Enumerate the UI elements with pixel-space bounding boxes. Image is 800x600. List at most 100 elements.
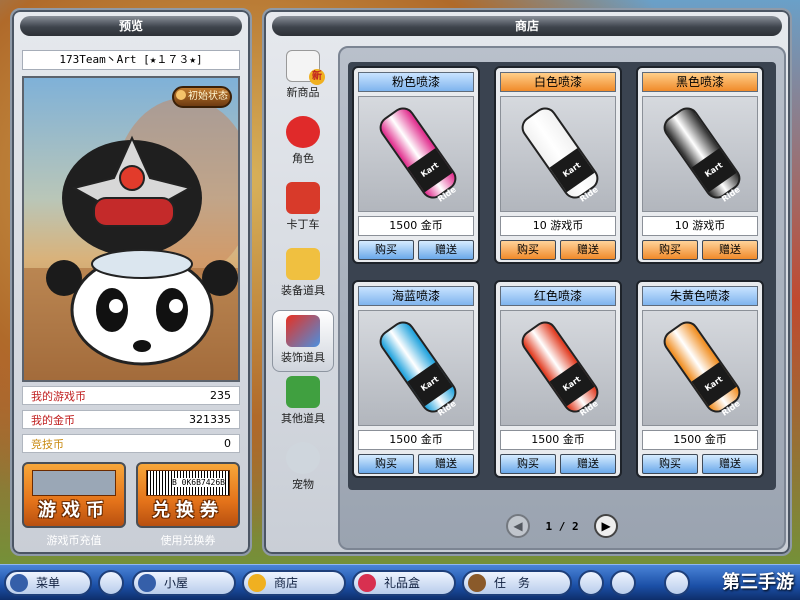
house-icon	[138, 574, 156, 592]
item-image: Kart Ride Pain	[642, 310, 758, 426]
category-label: 其他道具	[281, 412, 325, 425]
stat-label: 竞技币	[31, 437, 64, 451]
wrench-button[interactable]	[664, 570, 690, 596]
recharge-button-label: 游戏币	[38, 500, 110, 521]
can-label: Kart Ride Pain	[549, 148, 615, 211]
barcode-icon: B 0K6B7426B	[146, 470, 230, 496]
watermark: 第三手游	[722, 572, 794, 593]
spray-can-icon: Kart Ride Pain	[374, 316, 473, 425]
can-label: Kart Ride Pain	[691, 362, 757, 425]
item-card[interactable]: 白色喷漆 Kart Ride Pain 10 游戏币购买赠送	[494, 66, 622, 264]
shop-button[interactable]: 商店	[242, 570, 346, 596]
back-button[interactable]	[98, 570, 124, 596]
item-image: Kart Ride Pain	[500, 96, 616, 212]
item-price: 1500 金币	[642, 430, 758, 450]
buy-button[interactable]: 购买	[358, 454, 414, 474]
buy-button[interactable]: 购买	[500, 454, 556, 474]
stat-value: 0	[224, 437, 231, 450]
category-new[interactable]: 新 新商品	[272, 50, 334, 112]
reset-appearance-button[interactable]: 初始状态	[172, 86, 232, 108]
can-label: Kart Ride Pain	[549, 362, 615, 425]
buy-button[interactable]: 购买	[358, 240, 414, 260]
game-coin-row: 我的游戏币 235	[22, 386, 240, 405]
category-decoration[interactable]: 装饰道具	[272, 310, 334, 372]
redeem-button-label: 兑换券	[152, 500, 224, 521]
category-kart[interactable]: 卡丁车	[272, 182, 334, 244]
category-label: 角色	[292, 152, 314, 165]
item-image: Kart Ride Pain	[358, 310, 474, 426]
item-actions: 购买 赠送	[642, 240, 758, 260]
arena-coin-row: 竞技币 0	[22, 434, 240, 453]
pagination: ◀ 1 / 2 ▶	[340, 514, 784, 538]
category-pet[interactable]: 宠物	[272, 442, 334, 504]
item-actions: 购买 赠送	[500, 240, 616, 260]
gift-button[interactable]: 赠送	[560, 240, 616, 260]
page-current: 1	[545, 519, 553, 533]
settings-button[interactable]	[578, 570, 604, 596]
preview-title: 预览	[20, 16, 242, 36]
player-name: 173Team丶Art [★１７３★]	[22, 50, 240, 70]
item-image: Kart Ride Pain	[500, 310, 616, 426]
giftbox-button[interactable]: 礼品盒	[352, 570, 456, 596]
spray-can-icon: Kart Ride Pain	[374, 102, 473, 211]
gift-button[interactable]: 赠送	[418, 454, 474, 474]
item-card[interactable]: 粉色喷漆 Kart Ride Pain 1500 金币购买赠送	[352, 66, 480, 264]
spray-can-icon: Kart Ride Pain	[516, 102, 615, 211]
category-label: 宠物	[292, 478, 314, 491]
stat-label: 我的金币	[31, 413, 75, 427]
prev-arrow-icon[interactable]: ◀	[505, 514, 530, 538]
buy-button[interactable]: 购买	[642, 454, 698, 474]
category-list: 新 新商品 角色 卡丁车 装备道具 装饰道具 其他道具 宠物	[272, 46, 334, 504]
gift-button[interactable]: 赠送	[702, 240, 758, 260]
decoration-icon	[286, 315, 320, 347]
coin-arrow-icon	[32, 470, 116, 496]
category-equipment[interactable]: 装备道具	[272, 248, 334, 310]
redeem-voucher-button[interactable]: B 0K6B7426B 兑换券	[136, 462, 240, 528]
can-label: Kart Ride Pain	[691, 148, 757, 211]
item-card[interactable]: 海蓝喷漆 Kart Ride Pain 1500 金币购买赠送	[352, 280, 480, 478]
next-arrow-icon[interactable]: ▶	[594, 514, 619, 538]
menu-label: 菜单	[36, 576, 61, 590]
gift-button[interactable]: 赠送	[560, 454, 616, 474]
character-avatar-image	[24, 98, 238, 380]
tasks-label: 任 务	[494, 576, 531, 590]
item-price: 1500 金币	[500, 430, 616, 450]
item-card[interactable]: 朱黄色喷漆 Kart Ride Pain 1500 金币购买赠送	[636, 280, 764, 478]
house-button[interactable]: 小屋	[132, 570, 236, 596]
equipment-icon	[286, 248, 320, 280]
gold-coin-row: 我的金币 321335	[22, 410, 240, 429]
gift-button[interactable]: 赠送	[702, 454, 758, 474]
category-other[interactable]: 其他道具	[272, 376, 334, 438]
item-price: 10 游戏币	[500, 216, 616, 236]
spray-can-icon: Kart Ride Pain	[658, 102, 757, 211]
item-name: 朱黄色喷漆	[642, 286, 758, 306]
shop-icon	[248, 574, 266, 592]
page-separator: /	[558, 519, 566, 533]
recharge-game-coin-button[interactable]: 游戏币	[22, 462, 126, 528]
item-name: 粉色喷漆	[358, 72, 474, 92]
category-character[interactable]: 角色	[272, 116, 334, 178]
tools-button[interactable]	[610, 570, 636, 596]
character-icon	[286, 116, 320, 148]
tasks-button[interactable]: 任 务	[462, 570, 572, 596]
preview-panel: 预览 173Team丶Art [★１７３★] 初始状态 我的游戏币 235 我的…	[10, 8, 252, 556]
shop-label: 商店	[274, 576, 299, 590]
item-name: 海蓝喷漆	[358, 286, 474, 306]
gift-button[interactable]: 赠送	[418, 240, 474, 260]
other-items-icon	[286, 376, 320, 408]
spray-can-icon: Kart Ride Pain	[516, 316, 615, 425]
item-card[interactable]: 红色喷漆 Kart Ride Pain 1500 金币购买赠送	[494, 280, 622, 478]
shop-panel: 商店 新 新商品 角色 卡丁车 装备道具 装饰道具 其他道具 宠物 粉色喷漆 K…	[262, 8, 792, 556]
page-indicator: 1 / 2	[545, 520, 578, 533]
buy-button[interactable]: 购买	[642, 240, 698, 260]
stat-label: 我的游戏币	[31, 389, 86, 403]
category-label: 卡丁车	[286, 218, 320, 231]
item-actions: 购买 赠送	[358, 454, 474, 474]
can-label: Kart Ride Pain	[407, 148, 473, 211]
buy-button[interactable]: 购买	[500, 240, 556, 260]
menu-button[interactable]: 菜单	[4, 570, 92, 596]
stat-value: 321335	[189, 413, 231, 426]
house-label: 小屋	[164, 576, 189, 590]
item-card[interactable]: 黑色喷漆 Kart Ride Pain 10 游戏币购买赠送	[636, 66, 764, 264]
reset-label: 初始状态	[188, 91, 228, 102]
